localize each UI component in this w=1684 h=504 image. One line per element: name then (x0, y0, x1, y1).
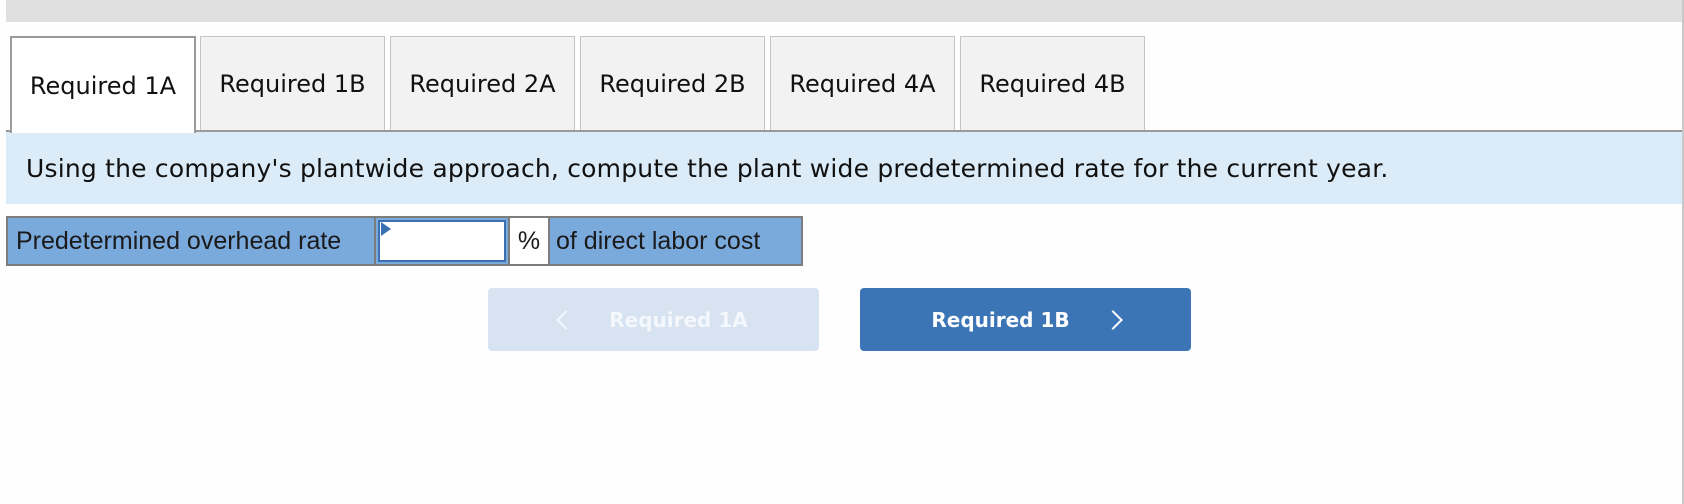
tab-divider (6, 130, 1682, 132)
rate-input[interactable] (378, 220, 506, 262)
percent-unit: % (508, 218, 550, 264)
tab-required-2b[interactable]: Required 2B (580, 36, 765, 130)
prev-button-label: Required 1A (609, 307, 748, 332)
chevron-right-icon (1102, 309, 1123, 330)
chevron-left-icon (556, 309, 577, 330)
rate-basis-label: of direct labor cost (550, 218, 801, 264)
prev-button[interactable]: Required 1A (488, 288, 819, 351)
tab-required-1b[interactable]: Required 1B (200, 36, 385, 130)
top-bar (6, 0, 1684, 22)
answer-row: Predetermined overhead rate % of direct … (6, 216, 803, 266)
input-flag-icon (381, 222, 391, 236)
instructions-text: Using the company's plantwide approach, … (26, 153, 1389, 183)
instructions-banner: Using the company's plantwide approach, … (6, 132, 1682, 204)
tab-required-4a[interactable]: Required 4A (770, 36, 955, 130)
rate-input-cell (376, 218, 508, 264)
next-button-label: Required 1B (931, 307, 1070, 332)
tab-required-4b[interactable]: Required 4B (960, 36, 1145, 130)
next-button[interactable]: Required 1B (860, 288, 1191, 351)
tab-required-1a[interactable]: Required 1A (10, 36, 196, 133)
tab-required-2a[interactable]: Required 2A (390, 36, 575, 130)
rate-label: Predetermined overhead rate (8, 218, 376, 264)
